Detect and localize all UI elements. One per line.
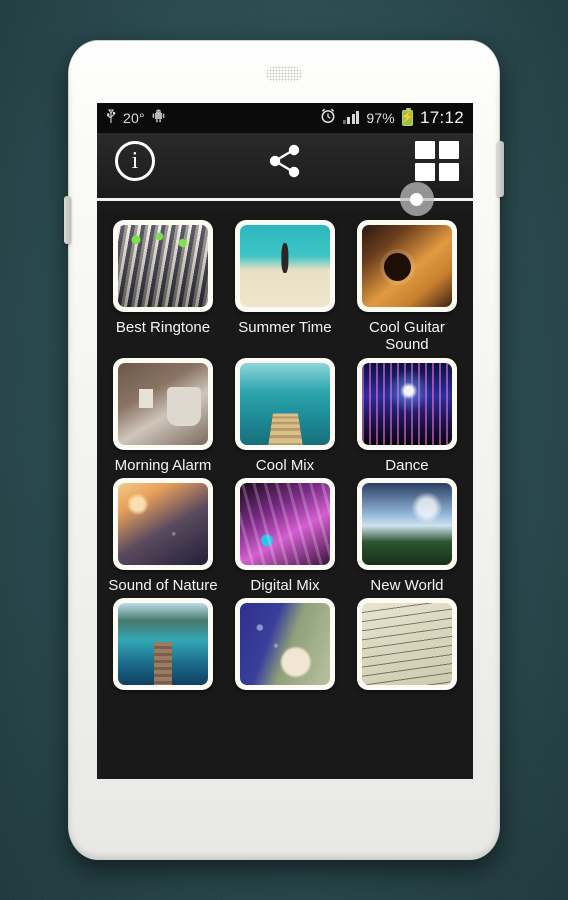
alarm-clock-icon (320, 108, 336, 128)
thumbnail-image (239, 362, 330, 445)
grid-item-new-world[interactable]: New World (346, 474, 468, 594)
thumbnail-frame[interactable] (112, 220, 213, 312)
signal-bars-icon (342, 111, 360, 124)
grid-item-morning-alarm[interactable]: Morning Alarm (102, 354, 224, 474)
thumbnail-frame[interactable] (234, 477, 335, 570)
grid-cell-1 (415, 140, 435, 159)
grid-item-row4-1[interactable] (102, 594, 224, 697)
status-clock: 17:12 (419, 108, 464, 127)
item-title: Cool Guitar Sound (369, 319, 445, 354)
thumbnail-image (361, 225, 452, 307)
grid-item-cool-guitar-sound[interactable]: Cool Guitar Sound (346, 216, 468, 354)
grid-row (102, 594, 468, 697)
thumbnail-image (117, 482, 208, 565)
grid-cell-3 (415, 162, 435, 181)
item-title: Best Ringtone (115, 319, 211, 336)
phone-screen: 20° 97% ⚡ 17:12 i Best Ringtone Summer T… (97, 103, 473, 779)
android-robot-icon (152, 109, 165, 127)
grid-cell-2 (439, 140, 459, 159)
action-bar: i (97, 133, 473, 188)
thumbnail-image (117, 225, 208, 307)
charging-bolt-glyph: ⚡ (400, 111, 415, 124)
thumbnail-image (239, 482, 330, 565)
grid-item-dance[interactable]: Dance (346, 354, 468, 474)
item-title: Dance (385, 456, 429, 474)
thumbnail-image (361, 603, 452, 685)
phone-device: 20° 97% ⚡ 17:12 i Best Ringtone Summer T… (64, 40, 504, 860)
grid-item-digital-mix[interactable]: Digital Mix (224, 474, 346, 594)
grid-item-summer-time[interactable]: Summer Time (224, 216, 346, 354)
thumbnail-frame[interactable] (112, 477, 213, 570)
share-icon[interactable] (264, 141, 306, 181)
grid-item-row4-3[interactable] (346, 594, 468, 697)
thumbnail-image (361, 362, 452, 445)
left-side-button[interactable] (64, 196, 71, 244)
item-title: Digital Mix (250, 576, 320, 594)
right-side-button[interactable] (497, 141, 504, 197)
thumbnail-frame[interactable] (356, 220, 457, 312)
thumbnail-image (117, 362, 208, 445)
battery-percent-label: 97% (366, 110, 395, 126)
info-letter: i (131, 147, 139, 174)
thumbnail-frame[interactable] (112, 357, 213, 450)
grid-item-row4-2[interactable] (224, 594, 346, 697)
thumbnail-frame[interactable] (234, 357, 335, 450)
battery-charging-icon: ⚡ (400, 107, 415, 126)
thumbnail-frame[interactable] (356, 357, 457, 450)
item-title: Summer Time (238, 319, 332, 336)
status-bar: 20° 97% ⚡ 17:12 (97, 103, 473, 133)
grid-row: Best Ringtone Summer Time Cool Guitar Soun… (102, 216, 468, 354)
grid-item-sound-of-nature[interactable]: Sound of Nature (102, 474, 224, 594)
thumbnail-frame[interactable] (356, 598, 457, 690)
info-circle-icon[interactable]: i (115, 140, 155, 181)
knob-dot (410, 192, 424, 206)
item-title: New World (370, 576, 444, 594)
thumbnail-image (117, 603, 208, 685)
grid-item-cool-mix[interactable]: Cool Mix (224, 354, 346, 474)
ringtone-grid[interactable]: Best Ringtone Summer Time Cool Guitar Soun… (97, 210, 473, 779)
page-indicator-bar[interactable] (97, 182, 473, 216)
item-title: Morning Alarm (114, 456, 212, 474)
thumbnail-frame[interactable] (234, 220, 335, 312)
usb-icon (106, 108, 116, 128)
earpiece-speaker (266, 66, 302, 82)
temperature-label: 20° (123, 110, 145, 126)
thumbnail-frame[interactable] (234, 598, 335, 690)
indicator-knob[interactable] (399, 182, 434, 216)
thumbnail-image (361, 482, 452, 565)
thumbnail-image (239, 225, 330, 307)
item-title: Sound of Nature (108, 576, 218, 594)
grid-view-icon[interactable] (415, 140, 459, 181)
thumbnail-frame[interactable] (112, 598, 213, 690)
grid-cell-4 (439, 162, 459, 181)
grid-item-best-ringtone[interactable]: Best Ringtone (102, 216, 224, 354)
grid-row: Sound of Nature Digital Mix New World (102, 474, 468, 594)
thumbnail-image (239, 603, 330, 685)
item-title: Cool Mix (255, 456, 315, 474)
grid-row: Morning Alarm Cool Mix Dance (102, 354, 468, 474)
thumbnail-frame[interactable] (356, 477, 457, 570)
